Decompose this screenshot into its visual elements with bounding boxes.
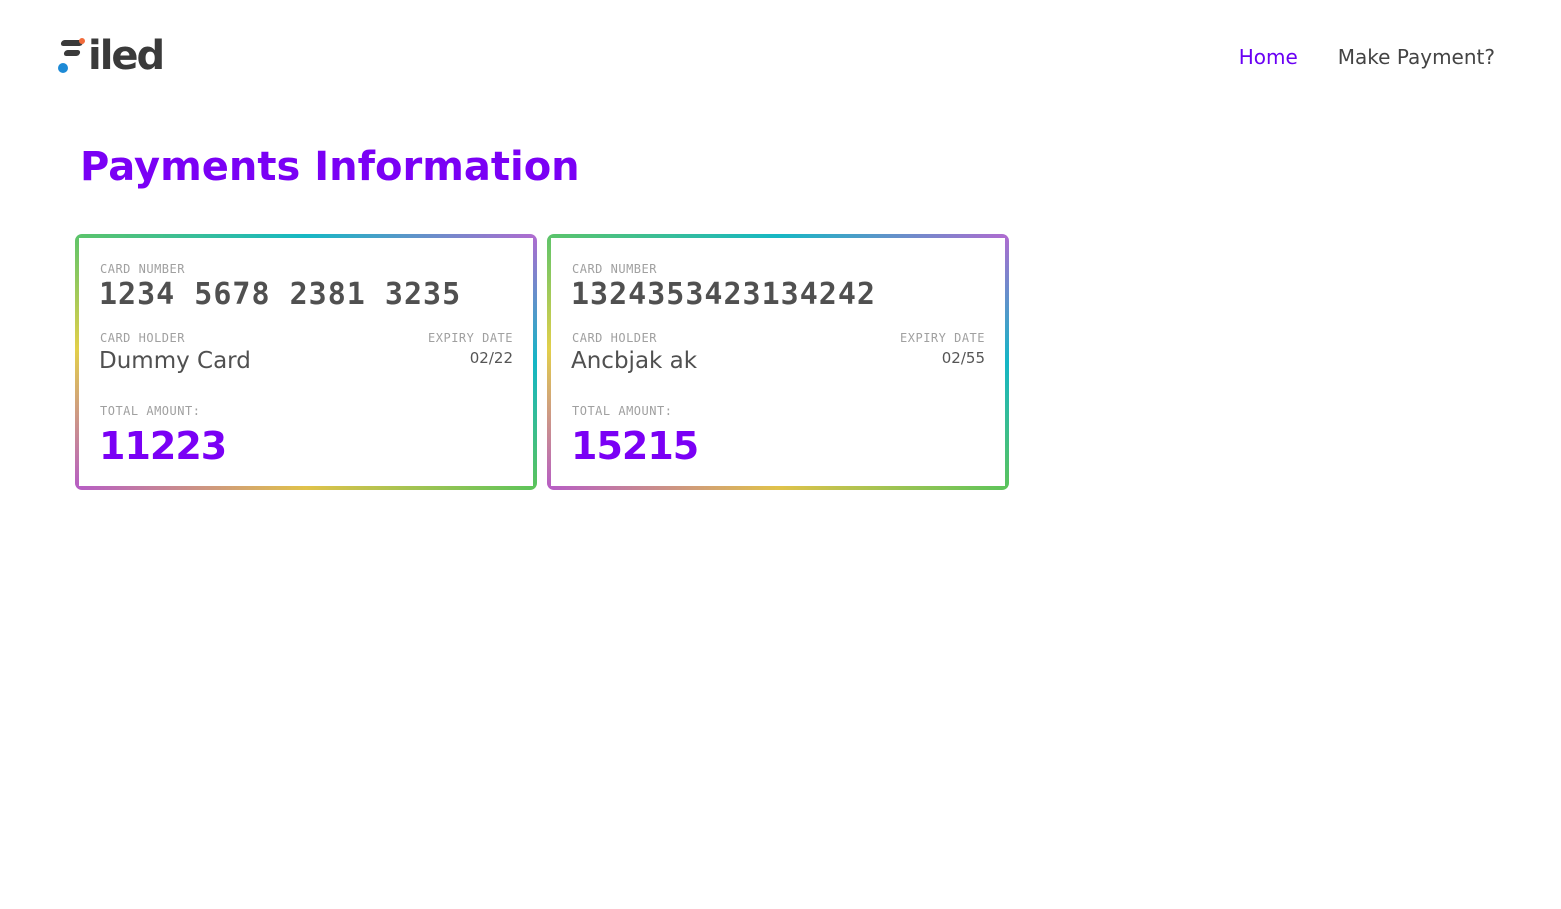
page-title: Payments Information	[80, 144, 580, 190]
nav-home-link[interactable]: Home	[1239, 44, 1298, 70]
card-number: 1234 5678 2381 3235	[99, 277, 462, 312]
card-number: 1324353423134242	[571, 277, 876, 312]
app-root: iled Home Make Payment? Payments Informa…	[0, 0, 1561, 909]
total-amount-label: TOTAL AMOUNT:	[100, 404, 201, 418]
card-holder: Ancbjak ak	[571, 348, 698, 374]
logo-text: iled	[88, 33, 165, 79]
payment-cards-list: CARD NUMBER 1234 5678 2381 3235 CARD HOL…	[75, 234, 1009, 490]
expiry-date: 02/22	[469, 349, 513, 367]
card-holder-label: CARD HOLDER	[572, 331, 657, 345]
main-nav: Home Make Payment?	[1239, 44, 1495, 70]
expiry-date-label: EXPIRY DATE	[900, 331, 985, 345]
payment-card: CARD NUMBER 1234 5678 2381 3235 CARD HOL…	[75, 234, 537, 490]
card-number-label: CARD NUMBER	[100, 262, 185, 276]
total-amount: 11223	[99, 424, 227, 468]
expiry-date: 02/55	[941, 349, 985, 367]
total-amount-label: TOTAL AMOUNT:	[572, 404, 673, 418]
card-number-label: CARD NUMBER	[572, 262, 657, 276]
filed-logo-icon	[58, 38, 86, 74]
top-header: iled Home Make Payment?	[0, 0, 1561, 110]
payment-card-body: CARD NUMBER 1324353423134242 CARD HOLDER…	[551, 238, 1005, 486]
payment-card-body: CARD NUMBER 1234 5678 2381 3235 CARD HOL…	[79, 238, 533, 486]
card-holder-label: CARD HOLDER	[100, 331, 185, 345]
nav-make-payment-link[interactable]: Make Payment?	[1338, 44, 1495, 70]
expiry-date-label: EXPIRY DATE	[428, 331, 513, 345]
filed-logo[interactable]: iled	[58, 33, 165, 79]
payment-card: CARD NUMBER 1324353423134242 CARD HOLDER…	[547, 234, 1009, 490]
total-amount: 15215	[571, 424, 699, 468]
card-holder: Dummy Card	[99, 348, 251, 374]
